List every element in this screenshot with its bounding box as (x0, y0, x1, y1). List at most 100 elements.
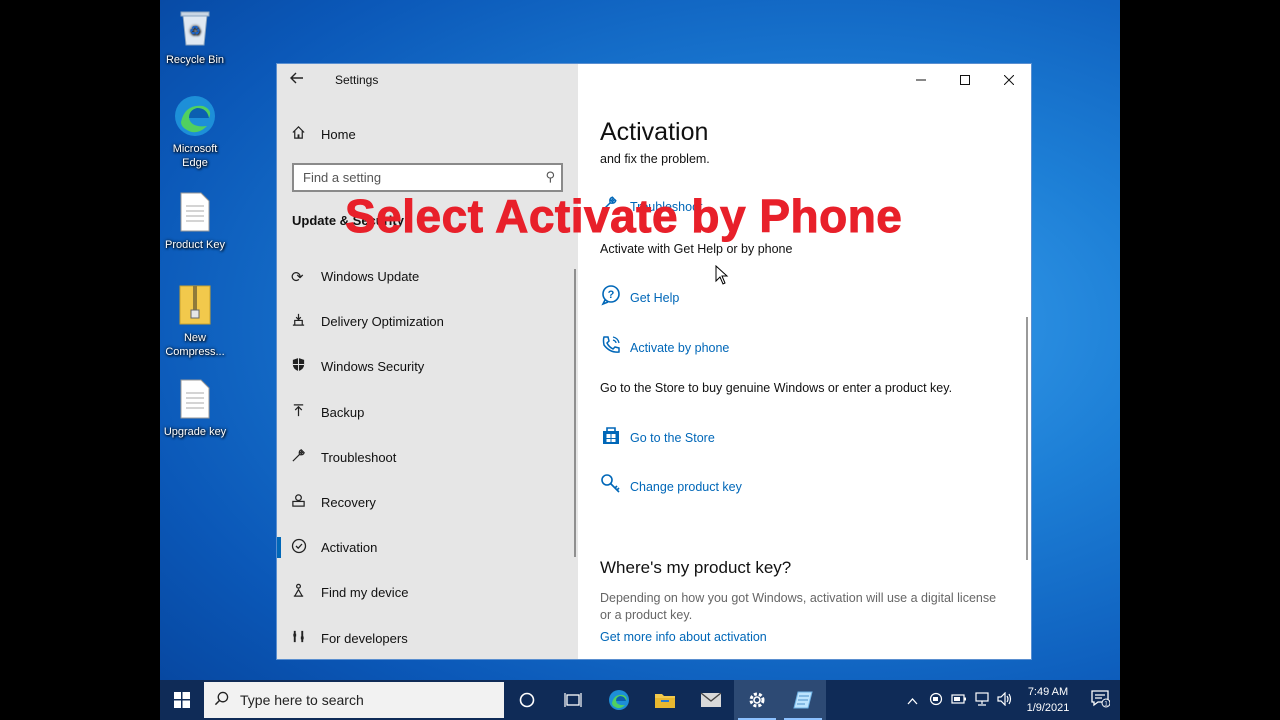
nav-item-label: Windows Update (321, 269, 420, 285)
nav-item-troubleshoot[interactable]: Troubleshoot (277, 435, 578, 480)
taskbar-search-box[interactable]: Type here to search (204, 682, 504, 718)
close-button[interactable] (987, 64, 1031, 96)
taskbar-clock[interactable]: 7:49 AM 1/9/2021 (1016, 684, 1080, 716)
taskbar: Type here to search 7:49 AM 1/9/2021 1 (160, 680, 1120, 720)
system-tray: 7:49 AM 1/9/2021 1 (901, 680, 1120, 720)
check-circle-icon (291, 538, 321, 558)
key-icon (600, 473, 630, 500)
settings-window: Settings Home Find a setting ⚲ Update & … (276, 63, 1032, 660)
nav-item-recovery[interactable]: Recovery (277, 480, 578, 525)
edge-icon[interactable] (596, 680, 642, 720)
recycle-bin-icon: ♻ (173, 4, 217, 50)
task-view-icon[interactable] (550, 680, 596, 720)
get-help-heading: Activate with Get Help or by phone (600, 242, 793, 256)
notepad-icon[interactable] (780, 680, 826, 720)
search-icon (214, 691, 240, 710)
title-bar[interactable]: Settings (277, 64, 578, 96)
chevron-up-icon[interactable] (901, 693, 924, 708)
nav-item-label: Backup (321, 404, 365, 420)
desktop-icon-label: Recycle Bin (165, 54, 225, 66)
text-file-icon (173, 189, 217, 235)
desktop-icon-label: Product Key (165, 239, 225, 251)
nav-scrollbar[interactable] (574, 269, 576, 557)
network-icon[interactable] (970, 691, 993, 709)
minimize-button[interactable] (899, 64, 943, 96)
nav-item-activation[interactable]: Activation (277, 525, 578, 570)
nav-item-for-developers[interactable]: For developers (277, 616, 578, 660)
backup-arrow-icon (291, 403, 321, 422)
clock-time: 7:49 AM (1027, 686, 1069, 698)
go-to-store-link-label: Go to the Store (630, 430, 715, 445)
fix-text: and fix the problem. (600, 152, 710, 166)
nav-item-label: Activation (321, 540, 378, 556)
text-file-icon (173, 376, 217, 422)
volume-icon[interactable] (993, 691, 1016, 709)
desktop-icon-edge[interactable]: Microsoft Edge (160, 93, 230, 170)
home-icon (291, 125, 321, 144)
window-controls (899, 64, 1031, 96)
product-key-description: Depending on how you got Windows, activa… (600, 591, 997, 622)
store-text: Go to the Store to buy genuine Windows o… (600, 381, 953, 395)
windows-logo-icon (174, 692, 190, 708)
developer-tools-icon (291, 629, 321, 648)
go-to-store-link[interactable]: Go to the Store (600, 424, 715, 451)
more-info-link[interactable]: Get more info about activation (600, 630, 767, 644)
activate-by-phone-link[interactable]: Activate by phone (600, 334, 729, 361)
nav-home[interactable]: Home (291, 122, 561, 146)
nav-item-label: Recovery (321, 495, 376, 511)
wrench-icon (291, 448, 321, 467)
person-locate-icon (291, 583, 321, 602)
battery-icon[interactable] (947, 693, 970, 708)
sync-icon: ⟳ (291, 268, 304, 286)
change-product-key-link-label: Change product key (630, 479, 742, 494)
get-help-link[interactable]: ? Get Help (600, 284, 679, 311)
taskbar-search-placeholder: Type here to search (240, 692, 364, 708)
nav-item-backup[interactable]: Backup (277, 390, 578, 435)
nav-item-find-my-device[interactable]: Find my device (277, 570, 578, 615)
mail-icon[interactable] (688, 680, 734, 720)
nav-item-windows-update[interactable]: ⟳ Windows Update (277, 254, 578, 299)
page-title: Activation (600, 118, 709, 146)
start-button[interactable] (160, 680, 204, 720)
desktop-icon-label: Microsoft Edge (172, 143, 218, 169)
settings-nav-pane: Settings Home Find a setting ⚲ Update & … (277, 64, 578, 659)
help-chat-icon: ? (600, 284, 630, 311)
nav-item-label: Delivery Optimization (321, 314, 444, 330)
content-scrollbar[interactable] (1026, 317, 1028, 560)
maximize-button[interactable] (943, 64, 987, 96)
delivery-icon (291, 312, 321, 331)
activate-by-phone-link-label: Activate by phone (630, 340, 730, 355)
file-explorer-icon[interactable] (642, 680, 688, 720)
change-product-key-link[interactable]: Change product key (600, 473, 742, 500)
action-center-icon[interactable]: 1 (1080, 688, 1120, 712)
tutorial-caption: Select Activate by Phone (344, 190, 903, 243)
clock-date: 1/9/2021 (1026, 702, 1070, 714)
desktop-icon-product-key[interactable]: Product Key (160, 189, 230, 252)
get-help-link-label: Get Help (630, 290, 680, 305)
desktop-icon-recycle-bin[interactable]: ♻ Recycle Bin (160, 4, 230, 67)
nav-item-windows-security[interactable]: Windows Security (277, 344, 578, 389)
cortana-icon[interactable] (504, 680, 550, 720)
nav-item-label: Find my device (321, 585, 409, 601)
store-bag-icon (600, 424, 630, 451)
nav-list: ⟳ Windows Update Delivery Optimization W… (277, 254, 578, 660)
desktop-icon-zip-folder[interactable]: New Compress... (160, 282, 230, 359)
shield-icon (291, 357, 321, 376)
notification-count: 1 (1104, 701, 1108, 708)
nav-item-label: For developers (321, 630, 408, 646)
nav-item-label: Windows Security (321, 359, 425, 375)
meet-now-icon[interactable] (924, 692, 947, 709)
desktop-icon-upgrade-key[interactable]: Upgrade key (160, 376, 230, 439)
phone-icon (600, 334, 630, 361)
back-arrow-icon[interactable] (289, 70, 311, 90)
nav-item-delivery-optimization[interactable]: Delivery Optimization (277, 299, 578, 344)
nav-home-label: Home (321, 126, 356, 142)
more-info-link-label: Get more info about activation (600, 630, 767, 644)
recovery-icon (291, 493, 321, 512)
desktop: ♻ Recycle Bin Microsoft Edge Product Key… (160, 0, 1120, 720)
zip-folder-icon (173, 282, 217, 328)
mouse-cursor-icon (715, 264, 729, 290)
svg-text:♻: ♻ (189, 23, 201, 38)
settings-gear-icon[interactable] (734, 680, 780, 720)
window-title: Settings (335, 73, 379, 87)
